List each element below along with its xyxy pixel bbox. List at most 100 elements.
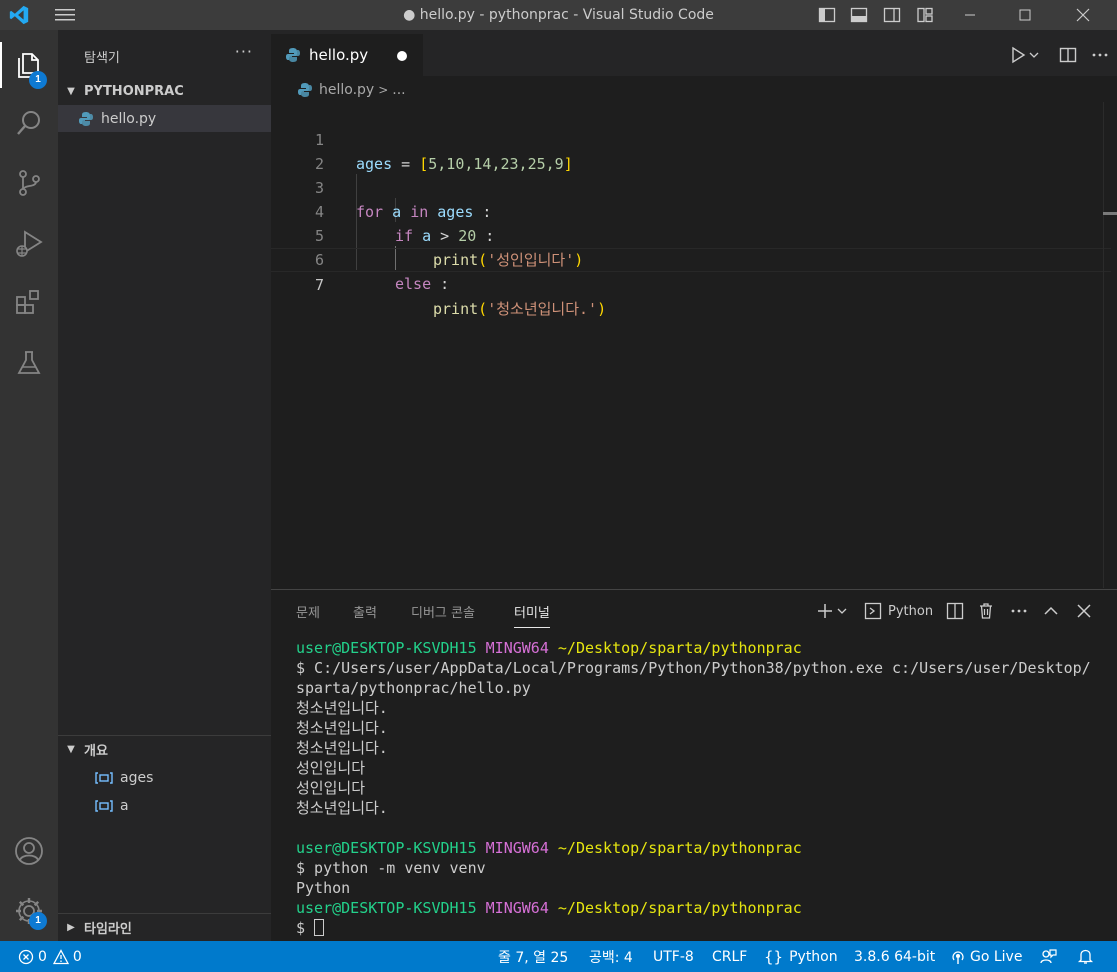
terminal-output-line: 성인입니다 bbox=[296, 759, 366, 777]
chevron-down-icon[interactable] bbox=[1029, 46, 1039, 64]
bottom-panel: 문제 출력 디버그 콘솔 터미널 Python user@DESKTOP-KSV… bbox=[271, 589, 1117, 941]
extensions-activity[interactable] bbox=[0, 274, 58, 332]
more-actions-icon[interactable] bbox=[1010, 602, 1028, 620]
terminal-output[interactable]: user@DESKTOP-KSVDH15 MINGW64 ~/Desktop/s… bbox=[296, 638, 1111, 938]
sidebar-more-button[interactable]: ··· bbox=[235, 42, 253, 61]
extensions-icon bbox=[16, 290, 39, 314]
editor-actions bbox=[987, 34, 1117, 76]
trash-icon[interactable] bbox=[977, 602, 995, 620]
terminal-profile-label[interactable]: Python bbox=[888, 604, 933, 619]
status-bar: 0 0 줄 7, 열 25 공백: 4 UTF-8 CRLF {} Python… bbox=[0, 941, 1117, 972]
code-line: 5 print('성인입니다') bbox=[271, 200, 1111, 269]
tab-terminal[interactable]: 터미널 bbox=[514, 602, 550, 628]
terminal-output-line: 성인입니다 bbox=[296, 779, 366, 797]
chevron-down-icon[interactable] bbox=[837, 602, 847, 620]
terminal-profile-icon bbox=[864, 602, 882, 620]
code-editor[interactable]: 1 ages = [5,10,14,23,25,9] 2 3 for a in … bbox=[271, 102, 1117, 588]
breadcrumb-file[interactable]: hello.py bbox=[319, 82, 374, 98]
feedback-icon bbox=[1040, 949, 1057, 964]
timeline-section-header[interactable]: ▶ 타임라인 bbox=[58, 916, 271, 938]
tab-debug-console[interactable]: 디버그 콘솔 bbox=[411, 602, 475, 628]
run-debug-icon bbox=[16, 230, 43, 257]
language-mode[interactable]: {} Python bbox=[764, 941, 838, 972]
close-window-button[interactable] bbox=[1060, 0, 1106, 30]
new-terminal-icon[interactable] bbox=[816, 602, 834, 620]
code-line: 2 bbox=[271, 128, 1111, 173]
cursor-position[interactable]: 줄 7, 열 25 bbox=[498, 941, 568, 972]
terminal-output-line: 청소년입니다. bbox=[296, 719, 388, 737]
go-live-label: Go Live bbox=[970, 948, 1023, 965]
chevron-right-icon: > bbox=[378, 83, 389, 97]
terminal-input-line[interactable]: $ bbox=[296, 918, 1111, 938]
file-item-hello-py[interactable]: hello.py bbox=[58, 105, 271, 132]
notifications-button[interactable] bbox=[1077, 941, 1094, 972]
toggle-sidebar-icon[interactable] bbox=[818, 6, 836, 24]
terminal-prompt: user@DESKTOP-KSVDH15 MINGW64 ~/Desktop/s… bbox=[296, 899, 802, 917]
tab-output[interactable]: 출력 bbox=[353, 602, 377, 628]
braces-icon: {} bbox=[764, 947, 784, 966]
source-control-activity[interactable] bbox=[0, 154, 58, 212]
variable-symbol-icon bbox=[95, 772, 113, 784]
close-icon bbox=[1076, 8, 1090, 22]
feedback-button[interactable] bbox=[1040, 941, 1057, 972]
problems-status[interactable]: 0 0 bbox=[18, 941, 82, 972]
broadcast-icon bbox=[952, 950, 964, 964]
outline-item-a[interactable]: a bbox=[94, 795, 129, 817]
breadcrumb-symbols[interactable]: ... bbox=[392, 82, 405, 98]
terminal-prompt: user@DESKTOP-KSVDH15 MINGW64 ~/Desktop/s… bbox=[296, 639, 802, 657]
end-of-line[interactable]: CRLF bbox=[712, 941, 747, 972]
customize-layout-icon[interactable] bbox=[916, 6, 934, 24]
outline-title: 개요 bbox=[84, 743, 108, 759]
encoding[interactable]: UTF-8 bbox=[653, 941, 694, 972]
split-terminal-icon[interactable] bbox=[946, 602, 964, 620]
go-live-button[interactable]: Go Live bbox=[950, 941, 1022, 972]
folder-section-header[interactable]: ▼ PYTHONPRAC bbox=[58, 80, 271, 102]
outline-label: a bbox=[120, 798, 129, 814]
sidebar-header: 탐색기 ··· bbox=[58, 30, 271, 80]
terminal-output-line: Python bbox=[296, 879, 351, 897]
split-editor-icon[interactable] bbox=[1059, 46, 1077, 64]
python-file-icon bbox=[79, 111, 93, 126]
maximize-panel-icon[interactable] bbox=[1042, 602, 1060, 620]
python-file-icon bbox=[298, 83, 312, 97]
outline-item-ages[interactable]: ages bbox=[94, 767, 153, 789]
toggle-panel-icon[interactable] bbox=[850, 6, 868, 24]
outline-label: ages bbox=[120, 770, 154, 786]
activity-bar: 1 1 bbox=[0, 30, 58, 941]
run-debug-activity[interactable] bbox=[0, 214, 58, 272]
python-file-icon bbox=[286, 48, 300, 62]
testing-activity[interactable] bbox=[0, 334, 58, 392]
explorer-activity[interactable]: 1 bbox=[0, 36, 58, 94]
terminal-prompt: user@DESKTOP-KSVDH15 MINGW64 ~/Desktop/s… bbox=[296, 839, 802, 857]
close-panel-icon[interactable] bbox=[1075, 602, 1093, 620]
tab-hello-py[interactable]: hello.py bbox=[271, 34, 423, 76]
outline-section-header[interactable]: ▼ 개요 bbox=[58, 738, 271, 760]
run-python-icon[interactable] bbox=[1009, 46, 1027, 64]
accounts-activity[interactable] bbox=[0, 822, 58, 880]
more-actions-icon[interactable] bbox=[1091, 46, 1109, 64]
bell-icon bbox=[1077, 949, 1094, 964]
sidebar-title: 탐색기 bbox=[84, 51, 120, 66]
sidebar-divider bbox=[58, 735, 271, 736]
indentation[interactable]: 공백: 4 bbox=[589, 941, 633, 972]
maximize-button[interactable] bbox=[1002, 0, 1048, 30]
manage-activity[interactable]: 1 bbox=[0, 882, 58, 940]
language-label: Python bbox=[789, 948, 838, 965]
unsaved-dot-icon[interactable] bbox=[397, 51, 407, 61]
error-icon bbox=[18, 949, 34, 964]
warning-icon bbox=[52, 948, 69, 964]
search-icon bbox=[17, 111, 40, 135]
variable-symbol-icon bbox=[95, 800, 113, 812]
minimize-button[interactable] bbox=[947, 0, 993, 30]
terminal-command: $ python -m venv venv bbox=[296, 859, 486, 877]
breadcrumb: hello.py > ... bbox=[271, 78, 1117, 102]
search-activity[interactable] bbox=[0, 94, 58, 152]
tab-problems[interactable]: 문제 bbox=[296, 602, 320, 628]
toggle-secondary-sidebar-icon[interactable] bbox=[883, 6, 901, 24]
file-label: hello.py bbox=[101, 110, 157, 127]
flask-icon bbox=[17, 351, 41, 374]
editor-scrollbar[interactable] bbox=[1103, 102, 1117, 588]
python-interpreter[interactable]: 3.8.6 64-bit bbox=[854, 941, 935, 972]
terminal-output-line: 청소년입니다. bbox=[296, 799, 388, 817]
scrollbar-cursor-marker bbox=[1103, 212, 1117, 215]
